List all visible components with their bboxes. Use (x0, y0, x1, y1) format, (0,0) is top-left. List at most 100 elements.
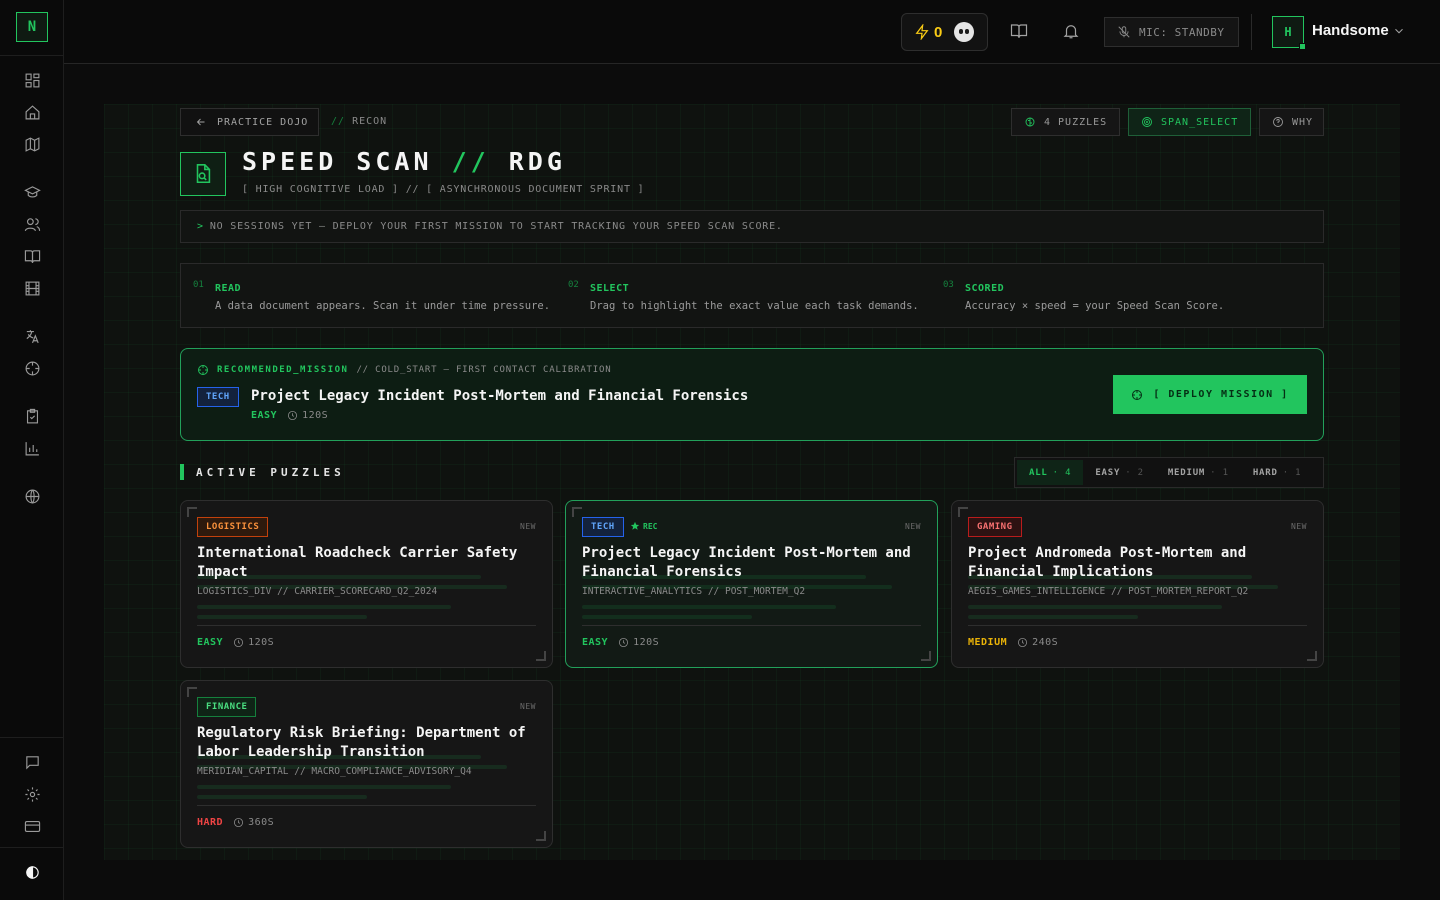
clipboard-icon[interactable] (22, 406, 42, 426)
filter-medium[interactable]: MEDIUM · 1 (1156, 460, 1241, 485)
home-icon[interactable] (22, 102, 42, 122)
step-name: READ (215, 283, 242, 294)
corner-bracket (536, 651, 546, 661)
why-label: WHY (1292, 116, 1314, 128)
category-tag: GAMING (968, 517, 1022, 537)
filter-count: · 2 (1125, 467, 1144, 478)
puzzle-meta: MEDIUM 240S (968, 637, 1058, 648)
time-value: 120S (302, 410, 329, 421)
puzzle-title: Regulatory Risk Briefing: Department of … (197, 725, 526, 760)
book-icon[interactable] (22, 246, 42, 266)
dashboard-icon[interactable] (22, 70, 42, 90)
filter-all[interactable]: ALL · 4 (1017, 460, 1084, 485)
arrow-left-icon (196, 118, 205, 126)
corner-bracket (536, 831, 546, 841)
section-accent-bar (180, 464, 184, 480)
gear-icon[interactable] (22, 784, 42, 804)
recommended-label: RECOMMENDED_MISSION (217, 365, 349, 375)
avatar-initial: H (1284, 25, 1292, 39)
globe-icon[interactable] (22, 486, 42, 506)
new-badge: NEW (905, 522, 921, 531)
bar-chart-icon[interactable] (22, 438, 42, 458)
crosshair-icon (198, 365, 208, 375)
span-select-chip[interactable]: SPAN_SELECT (1128, 108, 1251, 136)
step-number: 02 (568, 280, 579, 290)
credit-card-icon[interactable] (22, 816, 42, 836)
translate-icon[interactable] (22, 326, 42, 346)
difficulty-label: HARD (197, 817, 224, 828)
film-icon[interactable] (22, 278, 42, 298)
puzzle-title: Project Legacy Incident Post-Mortem and … (582, 545, 911, 580)
puzzle-card[interactable]: LOGISTICS NEW International Roadcheck Ca… (180, 500, 553, 668)
category-tag: TECH (582, 517, 624, 537)
credits-value: 0 (934, 23, 943, 41)
message-icon[interactable] (22, 752, 42, 772)
corner-bracket (187, 507, 197, 517)
puzzle-card-recommended[interactable]: TECH REC NEW Project Legacy Incident Pos… (565, 500, 938, 668)
no-sessions-notice: > NO SESSIONS YET — DEPLOY YOUR FIRST MI… (180, 210, 1324, 243)
time-value: 120S (248, 637, 275, 648)
credits-counter[interactable]: 0 (901, 13, 988, 51)
filter-count: · 4 (1052, 467, 1072, 478)
corner-bracket (187, 687, 197, 697)
crosshair-icon (1132, 389, 1143, 400)
map-icon[interactable] (22, 134, 42, 154)
step-select: 02 SELECT Drag to highlight the exact va… (556, 264, 926, 327)
theme-toggle-icon[interactable] (22, 862, 42, 882)
puzzle-card[interactable]: GAMING NEW Project Andromeda Post-Mortem… (951, 500, 1324, 668)
notice-text: NO SESSIONS YET — DEPLOY YOUR FIRST MISS… (209, 221, 783, 232)
crosshair-icon[interactable] (22, 358, 42, 378)
section-title: ACTIVE PUZZLES (196, 466, 345, 479)
difficulty-filter: ALL · 4 EASY · 2 MEDIUM · 1 HARD · 1 (1014, 457, 1324, 488)
puzzle-card[interactable]: FINANCE NEW Regulatory Risk Briefing: De… (180, 680, 553, 848)
puzzle-title: International Roadcheck Carrier Safety I… (197, 545, 518, 580)
puzzle-count-chip: 4 PUZZLES (1011, 108, 1120, 136)
puzzle-meta: EASY 120S (197, 637, 274, 648)
deploy-label: [ DEPLOY MISSION ] (1153, 389, 1289, 400)
step-description: Drag to highlight the exact value each t… (590, 300, 919, 312)
users-icon[interactable] (22, 214, 42, 234)
back-button[interactable]: PRACTICE DOJO (180, 108, 319, 136)
bell-icon[interactable] (1062, 22, 1082, 42)
recommended-badge: REC (630, 521, 657, 531)
card-divider (197, 625, 536, 626)
title-separator: // (451, 147, 490, 176)
user-avatar[interactable]: H (1272, 16, 1306, 50)
help-circle-icon (1273, 117, 1283, 127)
why-button[interactable]: WHY (1259, 108, 1324, 136)
clock-icon (1018, 637, 1028, 648)
breadcrumb-current: RECON (352, 116, 388, 127)
open-book-icon[interactable] (1010, 22, 1030, 42)
puzzle-title: Project Andromeda Post-Mortem and Financ… (968, 545, 1247, 580)
breadcrumb-separator: // (331, 116, 346, 127)
difficulty-label: MEDIUM (968, 637, 1008, 648)
corner-bracket (958, 507, 968, 517)
target-icon (1142, 117, 1152, 127)
time-limit: 120S (287, 410, 328, 421)
mic-status-button[interactable]: MIC: STANDBY (1104, 17, 1239, 47)
deploy-mission-button[interactable]: [ DEPLOY MISSION ] (1113, 375, 1307, 414)
recommended-mission-card[interactable]: RECOMMENDED_MISSION // COLD_START — FIRS… (180, 348, 1324, 441)
step-read: 01 READ A data document appears. Scan it… (181, 264, 551, 327)
decorative-line (197, 785, 451, 789)
puzzle-source: INTERACTIVE_ANALYTICS // POST_MORTEM_Q2 (582, 586, 806, 597)
decorative-line (968, 615, 1138, 619)
card-divider (968, 625, 1307, 626)
recommended-mission-title: Project Legacy Incident Post-Mortem and … (251, 388, 749, 404)
clock-icon (619, 637, 629, 648)
username[interactable]: Handsome (1312, 22, 1389, 39)
time-limit: 360S (233, 817, 274, 828)
time-limit: 240S (1017, 637, 1058, 648)
step-description: A data document appears. Scan it under t… (215, 300, 551, 312)
filter-easy[interactable]: EASY · 2 (1083, 460, 1156, 485)
puzzle-meta: EASY 120S (582, 637, 659, 648)
mic-off-icon (1118, 26, 1130, 38)
decorative-line (197, 795, 367, 799)
chevron-down-icon[interactable] (1392, 24, 1408, 40)
sidebar: N (0, 0, 64, 900)
app-logo[interactable]: N (16, 12, 48, 42)
filter-hard[interactable]: HARD · 1 (1241, 460, 1314, 485)
breadcrumb: // RECON (331, 116, 387, 127)
graduation-cap-icon[interactable] (22, 182, 42, 202)
brain-icon (1025, 117, 1035, 127)
